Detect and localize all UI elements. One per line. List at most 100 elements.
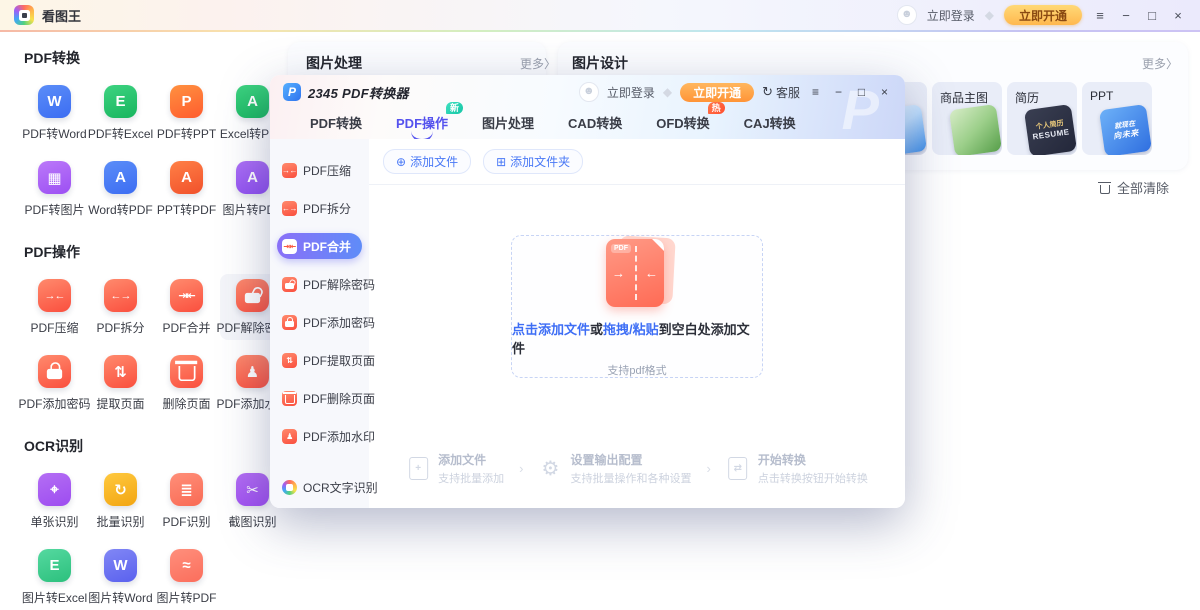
login-link[interactable]: 立即登录 (927, 7, 975, 24)
tool-pdf-ocr[interactable]: ≣PDF识别 (154, 468, 219, 534)
tab-cad-convert[interactable]: CAD转换 (568, 113, 622, 132)
sidebar-item-label: PDF添加水印 (303, 428, 375, 445)
customer-service-label: 客服 (776, 84, 800, 101)
step-desc: 支持批量操作和各种设置 (571, 470, 692, 486)
design-card-简历[interactable]: 简历个人简历RESUME (1007, 82, 1077, 155)
tab-badge: 热 (708, 102, 725, 114)
tool-pdf-split[interactable]: ←→PDF拆分 (88, 274, 153, 340)
tool-image-to-pdf-ocr[interactable]: ≈图片转PDF (154, 544, 219, 610)
workflow-steps: +添加文件支持批量添加›⚙设置输出配置支持批量操作和各种设置›⇄开始转换点击转换… (406, 451, 868, 486)
add-file-button[interactable]: ⊕ 添加文件 (383, 149, 471, 174)
modal-toolbar: ⊕ 添加文件 ⊞ 添加文件夹 (369, 139, 905, 185)
sidebar-item-pdf-extract-pages[interactable]: ⇅PDF提取页面 (277, 347, 362, 373)
sidebar-item-pdf-watermark[interactable]: ♟PDF添加水印 (277, 423, 362, 449)
tool-label: PDF合并 (162, 319, 210, 336)
design-card-PPT[interactable]: PPT就现在向未来 (1082, 82, 1152, 155)
image-to-pdf-icon: A (236, 161, 269, 194)
tool-label: 图片转Excel (22, 589, 87, 606)
tool-word-to-pdf[interactable]: AWord转PDF (88, 156, 153, 222)
modal-login-link[interactable]: 立即登录 (607, 84, 655, 101)
pdf-ocr-icon: ≣ (170, 473, 203, 506)
tab-pdf-convert[interactable]: PDF转换 (310, 113, 362, 132)
tool-pdf-to-word[interactable]: WPDF转Word (22, 80, 87, 146)
extract-pages-icon: ⇅ (104, 355, 137, 388)
sidebar-item-label: PDF删除页面 (303, 390, 375, 407)
tab-pdf-operate[interactable]: PDF操作新 (396, 113, 448, 132)
sidebar-item-pdf-delete-pages[interactable]: PDF删除页面 (277, 385, 362, 411)
close-icon[interactable]: × (1170, 8, 1186, 23)
file-glyph: + (409, 457, 428, 480)
tool-ppt-to-pdf[interactable]: A PPT转PDF (154, 156, 219, 222)
modal-menu-icon[interactable]: ≡ (808, 85, 823, 99)
modal-maximize-icon[interactable]: □ (854, 85, 869, 99)
tool-image-to-excel[interactable]: E图片转Excel (22, 544, 87, 610)
tab-caj-convert[interactable]: CAJ转换 (744, 113, 796, 132)
brand-title: 2345 PDF转换器 (308, 83, 409, 102)
file-convert-icon: ⇄ (726, 456, 750, 482)
tool-pdf-to-excel[interactable]: E PDF转Excel (88, 80, 153, 146)
tool-label: PPT转PDF (157, 201, 216, 218)
tool-pdf-merge[interactable]: ⇥⇤PDF合并 (154, 274, 219, 340)
more-link-image-process[interactable]: 更多〉 (520, 55, 556, 72)
step-desc: 点击转换按钮开始转换 (758, 470, 868, 486)
panel-title-image-process: 图片处理 (306, 53, 362, 73)
sidebar-item-pdf-add-password[interactable]: PDF添加密码 (277, 309, 362, 335)
batch-ocr-icon: ↻ (104, 473, 137, 506)
customer-service-button[interactable]: ↻ 客服 (762, 84, 800, 101)
ppt-to-pdf-icon: A (170, 161, 203, 194)
modal-close-icon[interactable]: × (877, 85, 892, 99)
step-title: 设置输出配置 (571, 451, 692, 468)
sidebar-item-pdf-merge[interactable]: ⇥⇤PDF合并 (277, 233, 362, 259)
tool-label: PDF转Excel (88, 125, 153, 142)
modal-avatar-icon[interactable]: ☻ (579, 82, 599, 102)
single-ocr-icon: ⌖ (38, 473, 71, 506)
maximize-icon[interactable]: □ (1144, 8, 1160, 23)
tab-image-process[interactable]: 图片处理 (482, 113, 534, 132)
modal-vip-diamond-icon[interactable]: ◆ (663, 85, 672, 99)
sidebar-item-pdf-split[interactable]: ←→PDF拆分 (277, 195, 362, 221)
sidebar-item-pdf-compress[interactable]: →←PDF压缩 (277, 157, 362, 183)
image-to-pdf-ocr-icon: ≈ (170, 549, 203, 582)
tab-ofd-convert[interactable]: OFD转换热 (656, 113, 709, 132)
tool-pdf-to-ppt[interactable]: PPDF转PPT (154, 80, 219, 146)
section-title: PDF操作 (24, 242, 306, 262)
pdf-to-ppt-icon: P (170, 85, 203, 118)
tool-pdf-to-image[interactable]: ▦PDF转图片 (22, 156, 87, 222)
image-to-word-icon: W (104, 549, 137, 582)
pdf-tag: PDF (611, 244, 631, 253)
tool-image-to-word[interactable]: W图片转Word (88, 544, 153, 610)
pdf-compress-icon: →← (282, 163, 297, 178)
sidebar-item-pdf-remove-password[interactable]: PDF解除密码 (277, 271, 362, 297)
upgrade-button[interactable]: 立即开通 (1004, 5, 1082, 25)
main-titlebar: 看图王 ☻ 立即登录 ◆ 立即开通 ≡ − □ × (0, 0, 1200, 30)
dropzone-hint: 支持pdf格式 (607, 362, 666, 378)
minimize-icon[interactable]: − (1118, 8, 1134, 23)
sidebar-item-label: OCR文字识别 (303, 479, 378, 496)
tool-single-ocr[interactable]: ⌖ 单张识别 (22, 468, 87, 534)
tool-batch-ocr[interactable]: ↻批量识别 (88, 468, 153, 534)
instruction-part: 点击添加文件 (512, 322, 590, 337)
clear-all-button[interactable]: 全部清除 (1100, 178, 1169, 197)
design-card-商品主图[interactable]: 商品主图 (932, 82, 1002, 155)
vip-diamond-icon[interactable]: ◆ (985, 8, 994, 22)
tool-pdf-compress[interactable]: →←PDF压缩 (22, 274, 87, 340)
file-plus-icon: + (406, 456, 430, 482)
tool-pdf-add-password[interactable]: PDF添加密码 (22, 350, 87, 416)
tool-label: 单张识别 (30, 513, 78, 530)
sidebar-item-ocr-text-recognition[interactable]: OCR文字识别 (270, 479, 369, 496)
screenshot-ocr-icon: ✂ (236, 473, 269, 506)
menu-icon[interactable]: ≡ (1092, 8, 1108, 23)
add-folder-button[interactable]: ⊞ 添加文件夹 (483, 149, 583, 174)
pdf-to-excel-icon: E (104, 85, 137, 118)
modal-sidebar: →←PDF压缩 ←→PDF拆分 ⇥⇤PDF合并 PDF解除密码 PDF添加密码 ⇅PDF提… (270, 139, 369, 508)
modal-minimize-icon[interactable]: − (831, 85, 846, 99)
file-dropzone[interactable]: PDF → ← 点击添加文件或拖拽/粘贴到空白处添加文件 支持pdf格式 (511, 235, 763, 378)
tool-delete-pages[interactable]: 删除页面 (154, 350, 219, 416)
tool-grid: →←PDF压缩←→PDF拆分⇥⇤PDF合并PDF解除密码PDF添加密码⇅提取页面… (22, 274, 306, 416)
modal-upgrade-button[interactable]: 立即开通 (680, 83, 754, 102)
avatar-icon[interactable]: ☻ (897, 5, 917, 25)
trash-icon (178, 365, 195, 380)
more-link-image-design[interactable]: 更多〉 (1142, 55, 1178, 72)
tool-extract-pages[interactable]: ⇅提取页面 (88, 350, 153, 416)
arrow-left-icon: ← (645, 266, 658, 281)
